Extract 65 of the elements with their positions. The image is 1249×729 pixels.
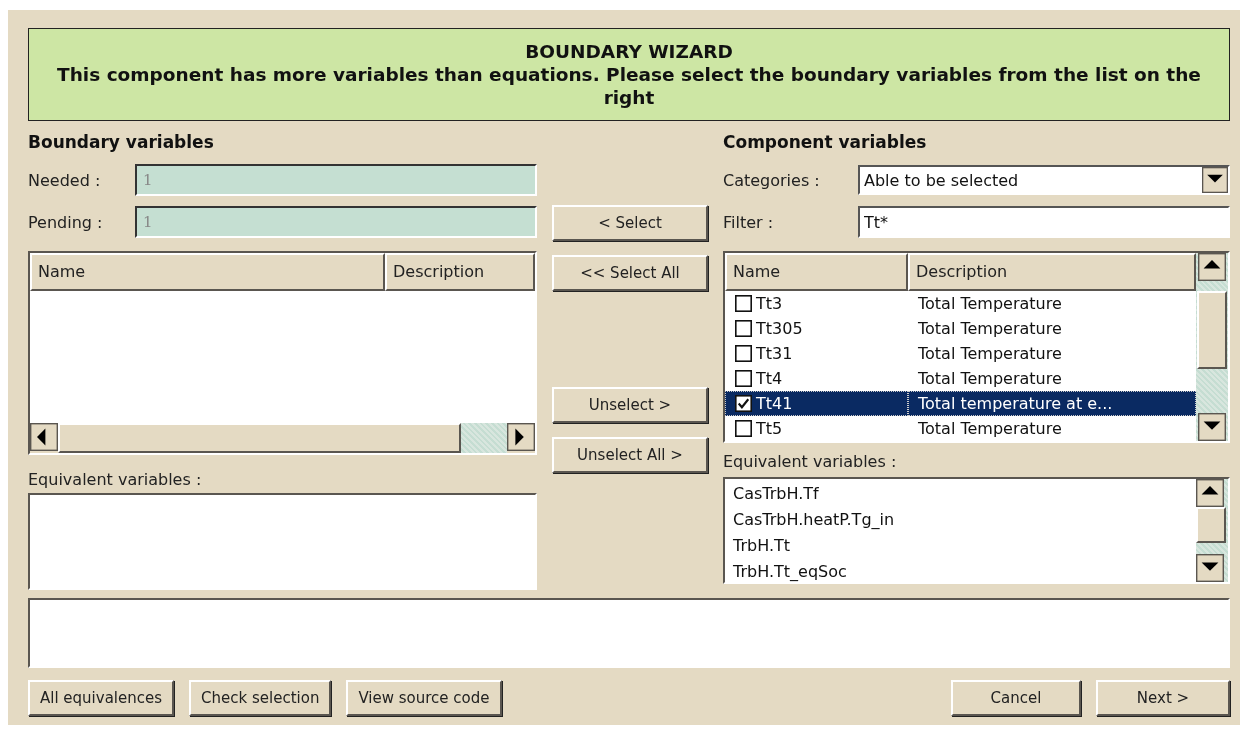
variable-name: Tt5 <box>756 419 783 438</box>
column-header[interactable]: Description <box>385 253 535 291</box>
table-row[interactable]: Tt3 Total Temperature <box>725 291 1196 316</box>
field-label: Pending : <box>28 212 104 232</box>
filter-field[interactable]: Tt* <box>858 206 1230 238</box>
list-item[interactable]: CasTrbH.heatP.Tg_in <box>733 507 1188 533</box>
variable-name: Tt305 <box>756 319 803 338</box>
scrollbar[interactable] <box>1196 479 1228 582</box>
caret-icon <box>1202 167 1228 193</box>
table-row[interactable]: Tt41 Total temperature at e... <box>725 391 1196 416</box>
field-label: Needed : <box>28 170 102 190</box>
list-item[interactable]: TrbH.Tt <box>733 533 1188 559</box>
column-header[interactable]: Description <box>908 253 1196 291</box>
unselect-all-button[interactable]: Unselect All > <box>552 437 708 473</box>
table-row[interactable]: Tt305 Total Temperature <box>725 316 1196 341</box>
checkbox[interactable] <box>735 370 752 387</box>
table-row[interactable]: Tt4 Total Temperature <box>725 366 1196 391</box>
wizard-title: BOUNDARY WIZARD <box>525 40 733 63</box>
checkbox[interactable] <box>735 395 752 412</box>
scroll-left-button[interactable] <box>30 423 58 451</box>
unselect-button[interactable]: Unselect > <box>552 387 708 423</box>
checkbox[interactable] <box>735 420 752 437</box>
checkbox[interactable] <box>735 320 752 337</box>
scroll-up-button[interactable] <box>1196 479 1224 507</box>
view-source-button[interactable]: View source code <box>346 680 502 716</box>
variable-description: Total Temperature <box>918 294 1062 313</box>
check-selection-button[interactable]: Check selection <box>189 680 332 716</box>
list-label: Equivalent variables : <box>28 469 203 491</box>
select-all-button[interactable]: << Select All <box>552 255 708 291</box>
categories-dropdown[interactable]: Able to be selected <box>858 165 1230 195</box>
variable-description: Total Temperature <box>918 419 1062 438</box>
variable-name: Tt4 <box>756 369 783 388</box>
column-header[interactable]: Name <box>725 253 908 291</box>
list-item[interactable]: CasTrbH.Tf <box>733 481 1188 507</box>
scrollbar-thumb[interactable] <box>1197 291 1227 369</box>
scroll-up-button[interactable] <box>1198 253 1226 281</box>
next-button[interactable]: Next > <box>1096 680 1230 716</box>
list-label: Equivalent variables : <box>723 451 898 473</box>
list-item[interactable]: TrbH.Tt_eqSoc <box>733 559 1188 585</box>
variable-description: Total temperature at e... <box>918 394 1113 413</box>
scrollbar-thumb[interactable] <box>1196 507 1226 543</box>
variable-name: Tt3 <box>756 294 783 313</box>
scroll-down-button[interactable] <box>1198 413 1226 441</box>
scrollbar[interactable] <box>1196 253 1228 441</box>
scroll-down-button[interactable] <box>1196 554 1224 582</box>
field-label: Filter : <box>723 212 775 232</box>
checkbox[interactable] <box>735 345 752 362</box>
column-header[interactable]: Name <box>30 253 385 291</box>
cancel-button[interactable]: Cancel <box>951 680 1081 716</box>
wizard-message: This component has more variables than equations. Please select the boundary variables from the list on the right <box>56 63 1202 109</box>
variable-description: Total Temperature <box>918 369 1062 388</box>
variable-description: Total Temperature <box>918 344 1062 363</box>
variable-name: Tt41 <box>756 394 793 413</box>
scroll-right-button[interactable] <box>507 423 535 451</box>
select-button[interactable]: < Select <box>552 205 708 241</box>
scrollbar-thumb[interactable] <box>58 423 461 453</box>
section-heading: Boundary variables <box>28 131 215 154</box>
field-label: Categories : <box>723 170 821 190</box>
checkbox[interactable] <box>735 295 752 312</box>
all-equivalences-button[interactable]: All equivalences <box>28 680 175 716</box>
variable-name: Tt31 <box>756 344 793 363</box>
variable-description: Total Temperature <box>918 319 1062 338</box>
table-row[interactable]: Tt31 Total Temperature <box>725 341 1196 366</box>
table-row[interactable]: Tt5 Total Temperature <box>725 416 1196 441</box>
section-heading: Component variables <box>723 131 928 154</box>
